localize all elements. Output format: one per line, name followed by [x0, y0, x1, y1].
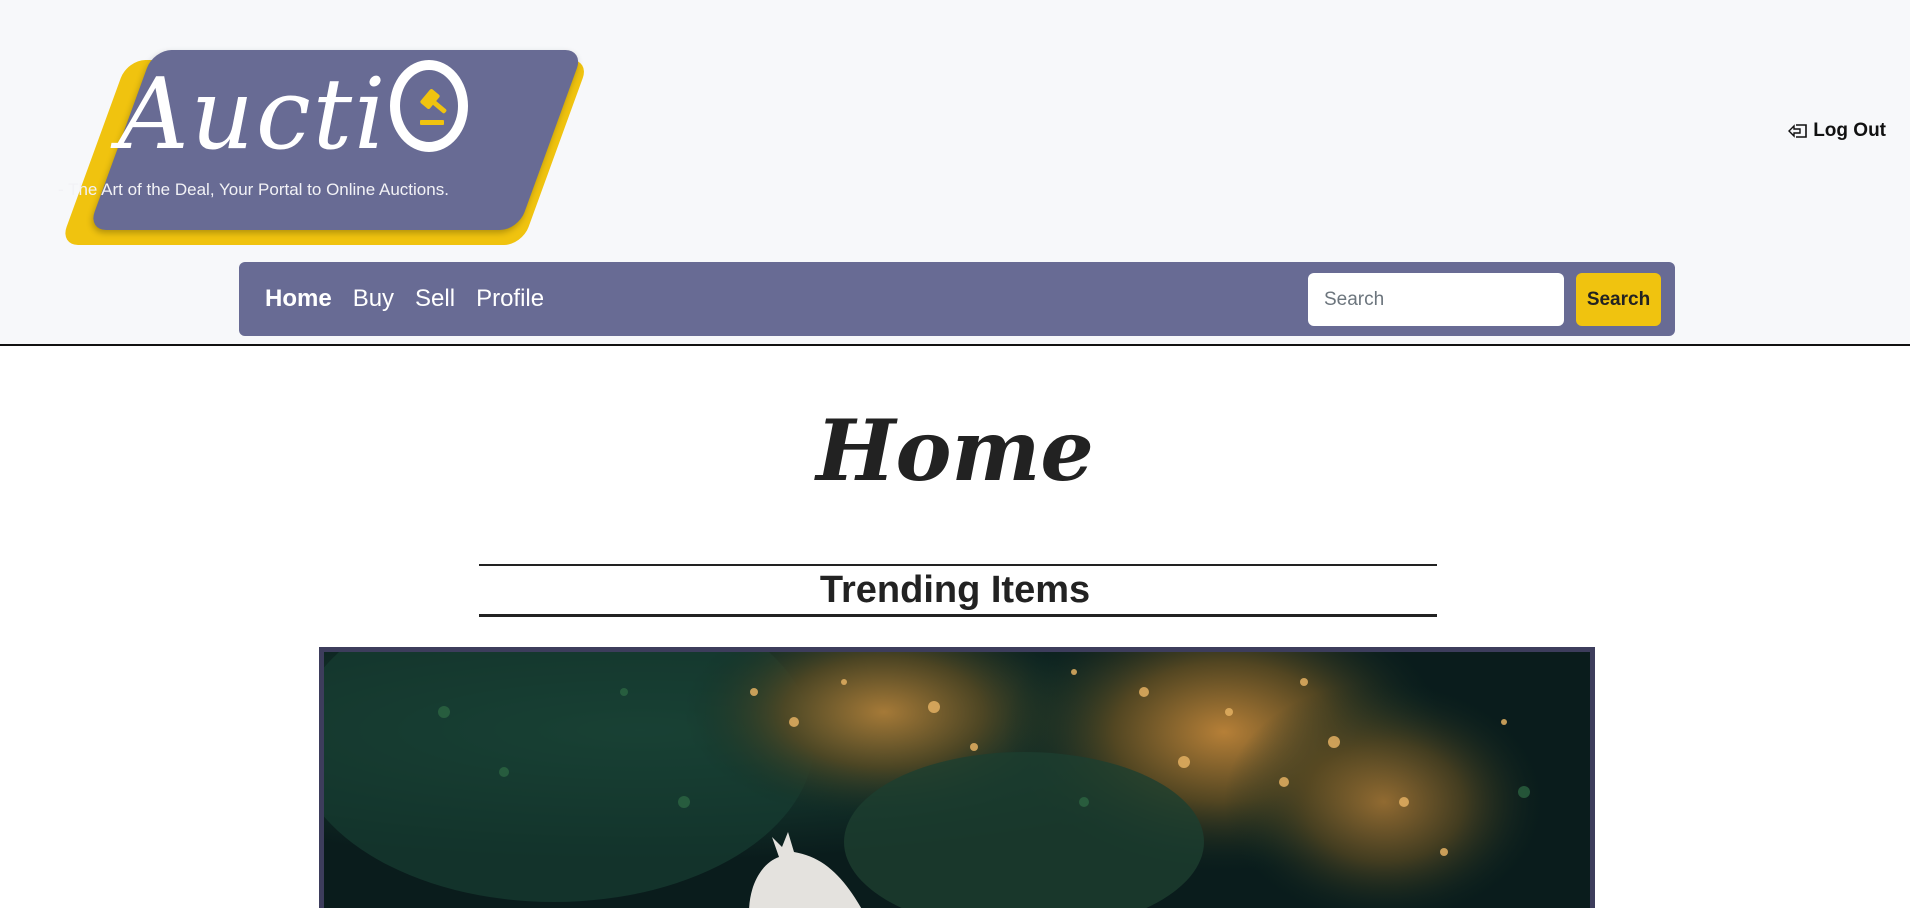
- trending-item-image: [324, 652, 1590, 908]
- search-input[interactable]: [1308, 273, 1564, 326]
- nav-link-profile[interactable]: Profile: [476, 285, 544, 313]
- logout-label: Log Out: [1813, 120, 1886, 141]
- nav-link-buy[interactable]: Buy: [353, 285, 394, 313]
- logout-button[interactable]: Log Out: [1787, 120, 1886, 142]
- nav-link-home[interactable]: Home: [265, 285, 332, 313]
- nav-links: Home Buy Sell Profile: [265, 262, 544, 336]
- section-divider-bottom: [479, 614, 1437, 617]
- section-title: Trending Items: [819, 569, 1091, 611]
- nav-link-sell[interactable]: Sell: [415, 285, 455, 313]
- logo-wordmark: Aucti: [118, 60, 468, 164]
- gavel-icon: [389, 60, 468, 152]
- page-title: Home: [816, 401, 1094, 500]
- logout-icon: [1788, 124, 1807, 138]
- logo-tagline: - The Art of the Deal, Your Portal to On…: [58, 180, 449, 199]
- logo[interactable]: Aucti - The Art of the Deal, Your Portal…: [18, 50, 590, 250]
- navbar: Home Buy Sell Profile Search: [239, 262, 1675, 336]
- search-button[interactable]: Search: [1576, 273, 1661, 326]
- trending-carousel[interactable]: [319, 647, 1595, 908]
- header: Aucti - The Art of the Deal, Your Portal…: [0, 0, 1910, 346]
